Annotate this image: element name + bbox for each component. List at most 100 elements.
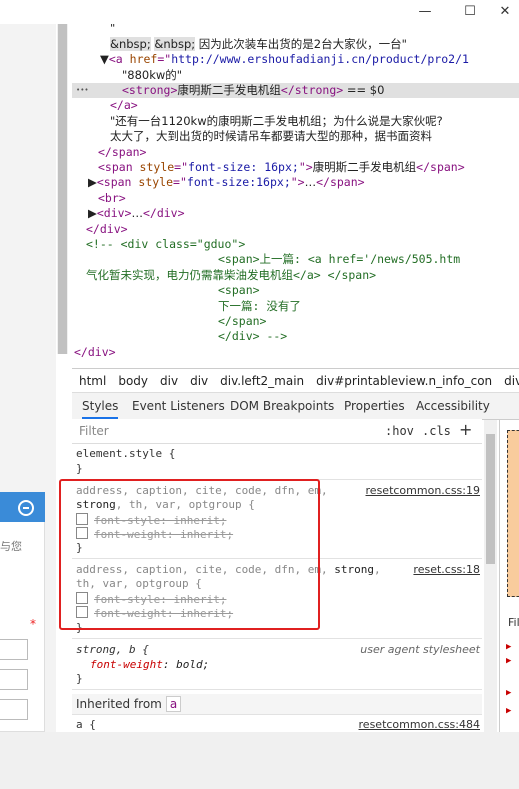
crumb-body[interactable]: body [118, 374, 148, 388]
box-model-pane: Fil ▶ ▶ ▶ ▶ [499, 420, 519, 732]
styles-pane: element.style { } address, caption, cite… [72, 444, 482, 732]
box-model-diagram[interactable] [507, 430, 519, 597]
crumb-cntrbody[interactable]: div#cntrBody [504, 374, 519, 388]
minimize-button[interactable]: — [407, 2, 443, 22]
inherited-from-header: Inherited from a [72, 694, 482, 715]
dom-token: … [304, 175, 317, 190]
dom-node-line[interactable]: </div> --> [72, 329, 519, 344]
dom-node-line[interactable]: 太大了，大到出货的时候请吊车都要请大型的那种，据书面资料 [72, 129, 519, 144]
styles-scrollbar[interactable] [484, 420, 497, 732]
dom-node-line[interactable]: <br> [72, 191, 519, 206]
tab-event-listeners[interactable]: Event Listeners [132, 393, 225, 419]
dom-node-line[interactable]: ▼<a href="http://www.ershoufadianji.cn/p… [72, 52, 519, 67]
property-declaration[interactable]: font-style: inherit; [94, 514, 226, 527]
dom-token: </span> [316, 175, 365, 190]
elements-scrollbar[interactable] [57, 24, 68, 354]
form-input-2[interactable] [0, 669, 28, 690]
dom-node-line[interactable]: "880kw的" [72, 68, 519, 83]
property-name[interactable]: font-weight [90, 658, 163, 671]
expand-arrow-icon[interactable]: ▶ [506, 656, 511, 666]
dom-token: href [129, 52, 158, 67]
rule-close: } [76, 621, 83, 634]
crumb-left2-main[interactable]: div.left2_main [220, 374, 304, 388]
crumb-div-1[interactable]: div [160, 374, 178, 388]
dom-node-line[interactable]: ▶<div>…</div> [72, 206, 519, 221]
dom-token: ▶ [88, 206, 97, 221]
property-checkbox[interactable] [76, 513, 88, 525]
elements-tree[interactable]: <br>"&nbsp; &nbsp; 因为此次装车出货的是2台大家伙，一台"▼<… [72, 14, 519, 370]
dom-token: "> [298, 160, 313, 174]
dom-token: <!-- <div class="gduo"> [86, 237, 246, 251]
side-panel [0, 492, 45, 732]
source-link[interactable]: resetcommon.css:484 [359, 718, 480, 732]
form-input-3[interactable] [0, 699, 28, 720]
hov-toggle[interactable]: :hov [385, 424, 414, 438]
dom-node-line[interactable]: <span> [72, 283, 519, 298]
expand-arrow-icon[interactable]: ▶ [506, 706, 511, 716]
dom-token: "还有一台1120kw的康明斯二手发电机组；为什么说是大家伙呢? [110, 113, 443, 128]
property-checkbox[interactable] [76, 527, 88, 539]
close-button[interactable]: ✕ [487, 2, 519, 22]
tab-dom-breakpoints[interactable]: DOM Breakpoints [230, 393, 334, 419]
form-input-1[interactable] [0, 639, 28, 660]
dom-node-line[interactable]: 下一篇: 没有了 [72, 299, 519, 314]
dom-token: </div> [86, 221, 128, 236]
tab-styles[interactable]: Styles [82, 393, 119, 419]
dom-node-line[interactable]: </a> [72, 98, 519, 113]
dom-token: ▶ [88, 175, 97, 190]
dom-node-line[interactable]: </span> [72, 145, 519, 160]
property-value[interactable]: bold; [176, 658, 209, 671]
cls-toggle[interactable]: .cls [422, 424, 451, 438]
element-style-rule[interactable]: element.style { } [72, 444, 482, 480]
css-rule-resetcommon[interactable]: address, caption, cite, code, dfn, em, r… [72, 480, 482, 559]
expand-arrow-icon[interactable]: ▶ [506, 642, 511, 652]
more-options-icon[interactable]: ••• [76, 83, 89, 98]
dom-node-line[interactable]: ▶<span style="font-size:16px;">…</span> [72, 175, 519, 190]
source-link[interactable]: reset.css:18 [413, 563, 480, 577]
source-link[interactable]: resetcommon.css:19 [366, 484, 480, 498]
inherited-element-link[interactable]: a [165, 696, 182, 712]
dom-token: </div> [142, 206, 185, 221]
dom-token: <span> [218, 283, 260, 298]
property-declaration[interactable]: font-style: inherit; [94, 593, 226, 606]
rule-close: } [76, 462, 83, 475]
css-rule-a[interactable]: a { resetcommon.css:484 [72, 715, 482, 732]
dom-node-line[interactable]: &nbsp; &nbsp; 因为此次装车出货的是2台大家伙，一台" [72, 36, 519, 52]
dom-node-line[interactable]: </span> [72, 314, 519, 329]
dom-token: font-size: 16px; [188, 160, 299, 174]
dom-node-line[interactable]: <!-- <div class="gduo"> [72, 237, 519, 252]
scroll-thumb[interactable] [486, 434, 495, 564]
maximize-button[interactable]: ☐ [452, 2, 488, 22]
dom-node-line[interactable]: <span>上一篇: <a href='/news/505.htm [72, 252, 519, 267]
new-rule-button[interactable]: + [459, 420, 472, 439]
dom-node-line[interactable]: 气化暂未实现，电力仍需靠柴油发电机组</a> </span> [72, 268, 519, 283]
dom-token: =" [173, 175, 187, 190]
property-declaration[interactable]: font-weight: inherit; [94, 607, 233, 620]
property-checkbox[interactable] [76, 592, 88, 604]
dom-token: <span [98, 160, 140, 174]
tab-accessibility[interactable]: Accessibility [416, 393, 490, 419]
property-checkbox[interactable] [76, 606, 88, 618]
dom-token: </div> --> [218, 329, 288, 344]
tab-properties[interactable]: Properties [344, 393, 405, 419]
collapse-minus-icon[interactable] [18, 500, 34, 516]
property-declaration[interactable]: font-weight: inherit; [94, 528, 233, 541]
crumb-div-2[interactable]: div [190, 374, 208, 388]
expand-arrow-icon[interactable]: ▶ [506, 688, 511, 698]
crumb-printableview[interactable]: div#printableview.n_info_con [316, 374, 492, 388]
scroll-thumb[interactable] [58, 24, 67, 354]
css-rule-reset[interactable]: address, caption, cite, code, dfn, em, s… [72, 559, 482, 639]
styles-filter-bar: Filter :hov .cls + [72, 419, 482, 444]
filter-input[interactable]: Filter [79, 424, 109, 438]
dom-token: 康明斯二手发电机组 [312, 160, 417, 174]
css-rule-user-agent[interactable]: strong, b { user agent stylesheet font-w… [72, 639, 482, 690]
dom-node-line[interactable]: "还有一台1120kw的康明斯二手发电机组；为什么说是大家伙呢? [72, 114, 519, 129]
selected-dom-node[interactable]: <strong>康明斯二手发电机组</strong> == $0 ••• [72, 83, 519, 98]
dom-token: </strong> [280, 83, 344, 97]
computed-filter[interactable]: Fil [508, 616, 519, 629]
crumb-html[interactable]: html [79, 374, 106, 388]
dom-node-line[interactable]: </div> [72, 345, 519, 360]
dom-node-line[interactable]: <span style="font-size: 16px;">康明斯二手发电机组… [72, 160, 519, 175]
dom-node-line[interactable]: </div> [72, 222, 519, 237]
user-agent-label: user agent stylesheet [360, 643, 480, 656]
